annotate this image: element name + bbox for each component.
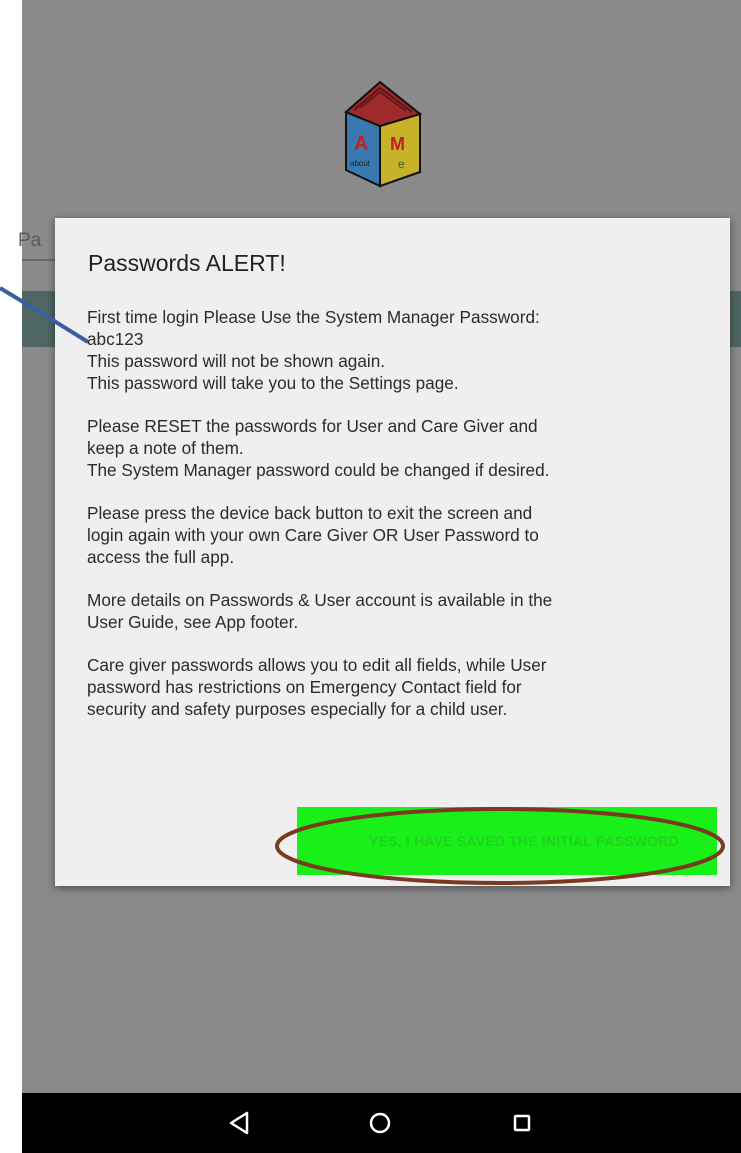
annotation-overlay: [0, 286, 725, 885]
annotation-pointer-line: [0, 286, 90, 344]
circle-home-icon[interactable]: [350, 1093, 410, 1153]
square-recents-icon[interactable]: [492, 1093, 552, 1153]
annotation-highlight-ring: [275, 807, 725, 885]
android-navigation-bar: [22, 1093, 741, 1153]
triangle-back-icon[interactable]: [209, 1093, 269, 1153]
